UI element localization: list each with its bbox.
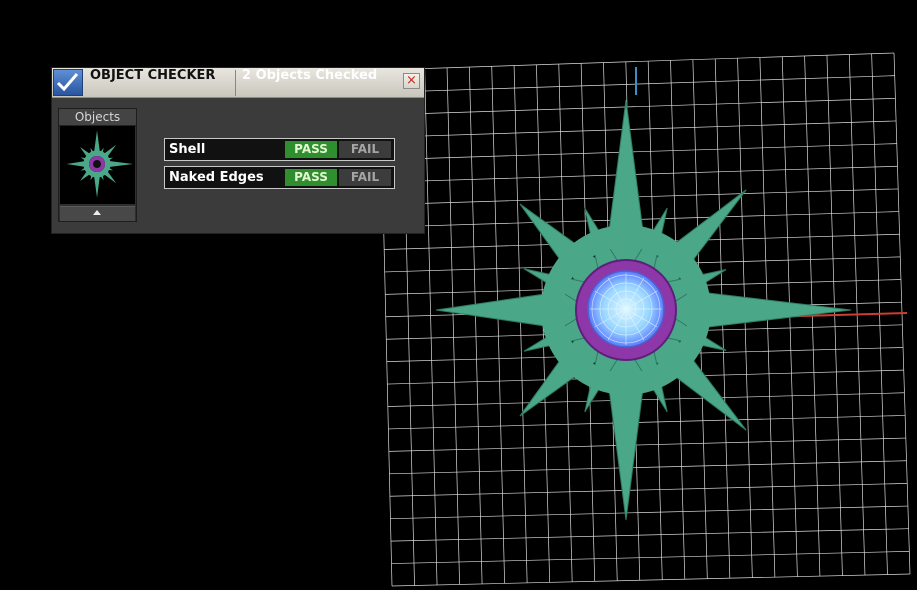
model-star[interactable]	[435, 99, 852, 521]
close-icon[interactable]: ×	[403, 73, 420, 89]
check-label-naked-edges: Naked Edges	[169, 170, 264, 185]
check-row-naked-edges: Naked Edges PASS FAIL	[164, 166, 395, 189]
object-thumbnail[interactable]	[60, 126, 135, 204]
fail-badge-shell[interactable]: FAIL	[339, 141, 391, 158]
checkmark-icon	[53, 69, 83, 96]
fail-badge-naked-edges[interactable]: FAIL	[339, 169, 391, 186]
up-arrow-icon[interactable]	[60, 206, 135, 221]
panel-titlebar: OBJECT CHECKER 2 Objects Checked ×	[52, 68, 424, 98]
pass-badge-shell[interactable]: PASS	[285, 141, 337, 158]
object-checker-panel: OBJECT CHECKER 2 Objects Checked × Objec…	[51, 67, 425, 234]
objects-label: Objects	[59, 109, 136, 126]
check-label-shell: Shell	[169, 142, 206, 157]
pass-badge-naked-edges[interactable]: PASS	[285, 169, 337, 186]
title-divider	[235, 70, 236, 96]
objects-checked-status: 2 Objects Checked	[242, 68, 378, 83]
check-row-shell: Shell PASS FAIL	[164, 138, 395, 161]
objects-panel: Objects	[58, 108, 137, 222]
thumbnail-star-icon	[66, 130, 133, 198]
panel-title: OBJECT CHECKER	[90, 68, 216, 83]
